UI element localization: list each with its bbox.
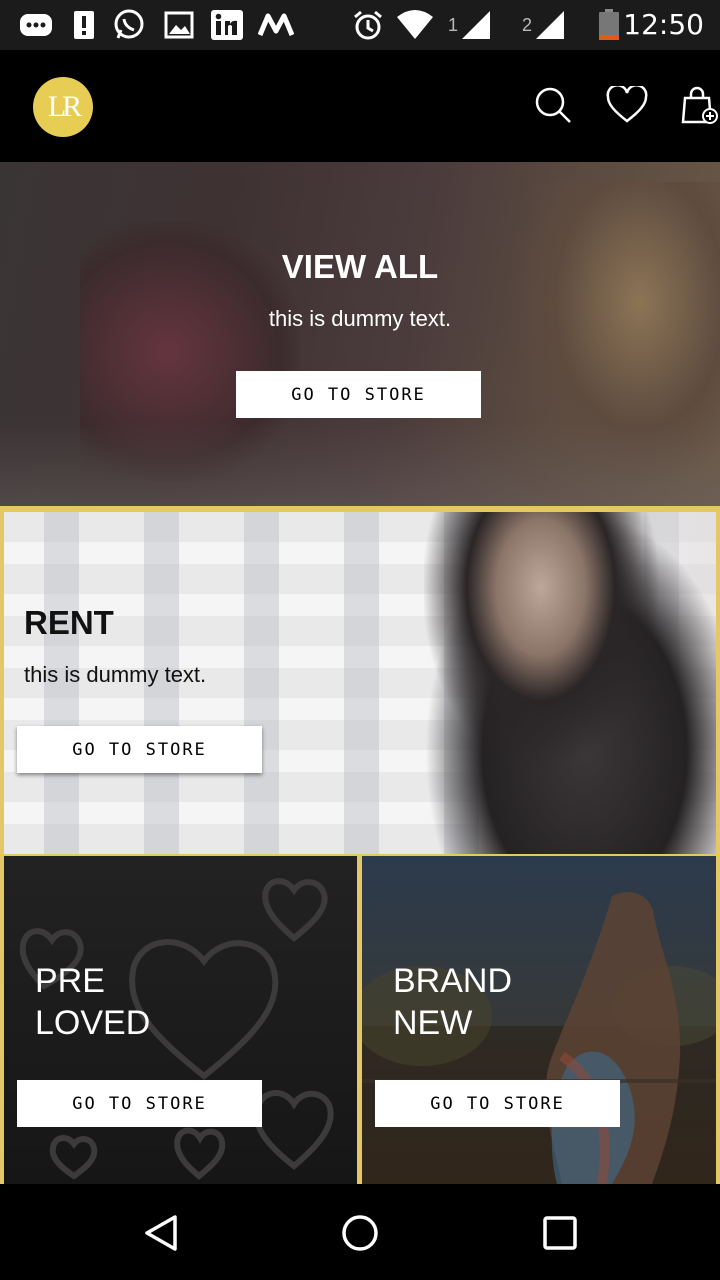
- hero-subtitle: this is dummy text.: [268, 306, 452, 331]
- view-all-banner[interactable]: VIEW ALL this is dummy text. GO TO STORE: [0, 162, 720, 506]
- myntra-icon: [258, 8, 294, 42]
- alert-icon: [72, 8, 96, 42]
- sim1-label: 1: [448, 14, 459, 35]
- rent-card[interactable]: RENT this is dummy text. GO TO STORE: [4, 512, 716, 854]
- view-all-go-to-store-button[interactable]: GO TO STORE: [236, 371, 481, 418]
- heart-icon[interactable]: [602, 80, 652, 130]
- rent-title: RENT: [24, 604, 114, 641]
- pre-loved-title-line1: PRE: [35, 962, 105, 1000]
- wifi-icon: [395, 8, 435, 42]
- pre-loved-go-to-store-button[interactable]: GO TO STORE: [17, 1080, 262, 1127]
- logo-text: LR: [47, 90, 82, 123]
- rent-go-to-store-button[interactable]: GO TO STORE: [17, 726, 262, 773]
- pre-loved-title-line2: LOVED: [35, 1004, 151, 1042]
- recents-icon[interactable]: [535, 1208, 585, 1258]
- sim2-label: 2: [522, 14, 533, 35]
- battery-icon: [598, 8, 620, 42]
- hero-content: VIEW ALL this is dummy text. GO TO STORE: [0, 162, 720, 506]
- search-icon[interactable]: [528, 80, 578, 130]
- rent-model-image: [424, 512, 716, 854]
- hero-title: VIEW ALL: [281, 248, 439, 285]
- alarm-icon: [352, 8, 384, 42]
- linkedin-icon: [210, 8, 244, 42]
- whatsapp-icon: [112, 8, 146, 42]
- brand-new-go-to-store-button[interactable]: GO TO STORE: [375, 1080, 620, 1127]
- chat-icon: [18, 8, 54, 42]
- brand-new-title-line1: BRAND: [393, 962, 513, 1000]
- signal-icon-2: 2: [522, 8, 566, 42]
- status-bar: 1 2 12:50: [0, 0, 720, 50]
- back-icon[interactable]: [136, 1208, 186, 1258]
- category-grid: RENT this is dummy text. GO TO STORE PRE…: [0, 506, 720, 1184]
- system-nav-bar: [0, 1184, 720, 1280]
- rent-subtitle: this is dummy text.: [24, 662, 207, 687]
- clock-time: 12:50: [623, 8, 704, 41]
- pre-loved-card[interactable]: PRE LOVED GO TO STORE: [4, 856, 357, 1184]
- brand-new-card[interactable]: BRAND NEW GO TO STORE: [362, 856, 716, 1184]
- pre-loved-title: PRE LOVED: [35, 960, 150, 1044]
- brand-new-title: BRAND NEW: [393, 960, 512, 1044]
- gallery-icon: [164, 8, 194, 42]
- brand-logo[interactable]: LR: [33, 77, 93, 137]
- cart-icon[interactable]: [674, 80, 720, 130]
- brand-new-title-line2: NEW: [393, 1004, 473, 1042]
- app-header: LR: [0, 50, 720, 162]
- signal-icon: 1: [448, 8, 492, 42]
- home-icon[interactable]: [335, 1208, 385, 1258]
